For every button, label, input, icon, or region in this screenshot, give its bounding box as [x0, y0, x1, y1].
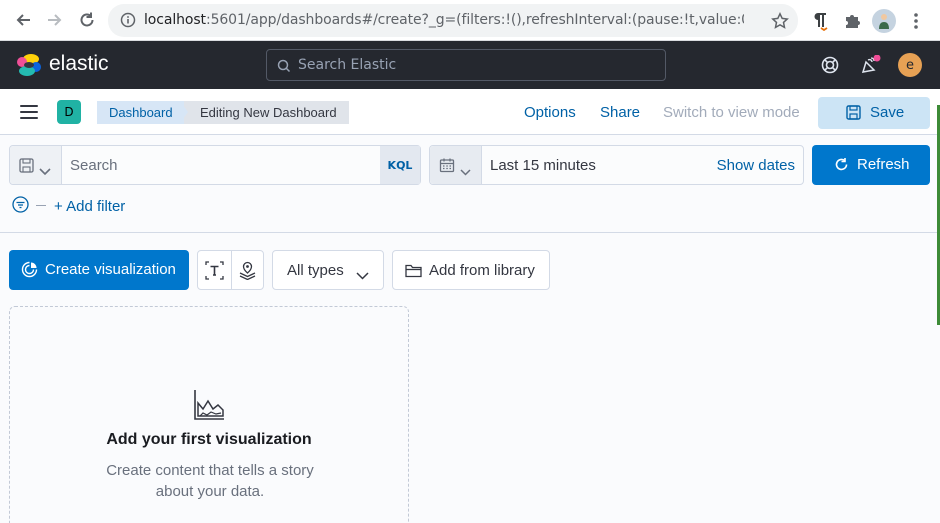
elastic-logo-icon[interactable] [16, 53, 42, 81]
menu-hamburger-icon[interactable] [20, 105, 38, 119]
top-nav-bar: D Dashboard Editing New Dashboard Option… [0, 89, 940, 135]
reload-icon[interactable] [76, 9, 98, 31]
url-text: localhost:5601/app/dashboards#/create?_g… [144, 12, 744, 28]
maps-icon[interactable] [238, 261, 257, 284]
space-avatar[interactable]: D [57, 100, 81, 124]
time-picker[interactable]: Last 15 minutes Show dates [429, 145, 804, 185]
global-search-input[interactable]: Search Elastic [266, 49, 666, 81]
time-range-value: Last 15 minutes [490, 157, 596, 174]
all-types-label: All types [287, 262, 344, 279]
add-filter-button[interactable]: + Add filter [54, 198, 125, 215]
create-visualization-label: Create visualization [45, 261, 176, 278]
options-link[interactable]: Options [524, 104, 576, 121]
filter-menu-icon[interactable] [12, 196, 29, 213]
query-filter-area: Search KQL Last 15 minutes Show dates Re… [0, 135, 940, 233]
address-bar[interactable]: localhost:5601/app/dashboards#/create?_g… [108, 4, 798, 37]
all-types-dropdown[interactable]: All types [272, 250, 384, 290]
browser-menu-icon[interactable] [906, 11, 926, 31]
quick-select-button[interactable] [430, 146, 482, 184]
folder-icon [405, 263, 422, 282]
empty-title: Add your first visualization [106, 431, 312, 448]
save-label: Save [870, 104, 905, 121]
forward-icon[interactable] [44, 9, 66, 31]
area-chart-icon [193, 389, 225, 425]
news-feed-icon[interactable] [860, 54, 881, 75]
bookmark-star-icon[interactable] [770, 11, 790, 31]
profile-avatar[interactable] [872, 9, 896, 33]
text-markdown-icon[interactable] [205, 261, 224, 284]
share-link[interactable]: Share [600, 104, 640, 121]
add-from-library-button[interactable]: Add from library [392, 250, 550, 290]
add-from-library-label: Add from library [429, 262, 535, 279]
back-icon[interactable] [12, 9, 34, 31]
kibana-header: elastic Search Elastic e [0, 41, 940, 89]
help-lifebuoy-icon[interactable] [820, 55, 840, 75]
refresh-button[interactable]: Refresh [812, 145, 930, 185]
query-search-input[interactable]: Search KQL [9, 145, 421, 185]
extension-pilcrow-icon[interactable] [810, 11, 830, 31]
empty-description: Create content that tells a story about … [106, 462, 314, 500]
query-language-button[interactable]: KQL [380, 146, 420, 184]
saved-query-menu-button[interactable] [10, 146, 62, 184]
extensions-puzzle-icon[interactable] [842, 11, 862, 31]
logo-text[interactable]: elastic [49, 52, 109, 76]
switch-to-view-mode-link[interactable]: Switch to view mode [663, 104, 800, 121]
quick-add-group [197, 250, 264, 290]
group-separator [231, 251, 232, 289]
chevron-down-icon [39, 161, 51, 180]
breadcrumb-separator [180, 101, 188, 123]
visualize-app-icon [21, 261, 38, 282]
query-placeholder: Search [70, 157, 118, 174]
browser-toolbar: localhost:5601/app/dashboards#/create?_g… [0, 0, 940, 41]
breadcrumb-current: Editing New Dashboard [184, 101, 349, 124]
refresh-label: Refresh [857, 156, 910, 173]
filter-divider [36, 205, 46, 206]
chevron-down-icon [356, 267, 369, 284]
create-visualization-button[interactable]: Create visualization [9, 250, 189, 290]
search-icon [277, 58, 291, 77]
saved-query-icon [19, 158, 34, 177]
user-avatar[interactable]: e [898, 53, 922, 77]
save-icon [846, 105, 861, 124]
empty-dashboard-prompt: Add your first visualization Create cont… [9, 306, 409, 523]
show-dates-link[interactable]: Show dates [717, 157, 795, 174]
refresh-icon [834, 157, 849, 176]
breadcrumb-dashboard[interactable]: Dashboard [97, 101, 185, 124]
url-host: localhost [144, 12, 206, 28]
chevron-down-icon [460, 161, 471, 180]
save-button[interactable]: Save [818, 97, 930, 129]
calendar-icon [439, 157, 455, 177]
site-info-icon[interactable] [120, 12, 136, 32]
url-path: :5601/app/dashboards#/create?_g=(filters… [205, 12, 744, 28]
global-search-placeholder: Search Elastic [298, 57, 397, 73]
